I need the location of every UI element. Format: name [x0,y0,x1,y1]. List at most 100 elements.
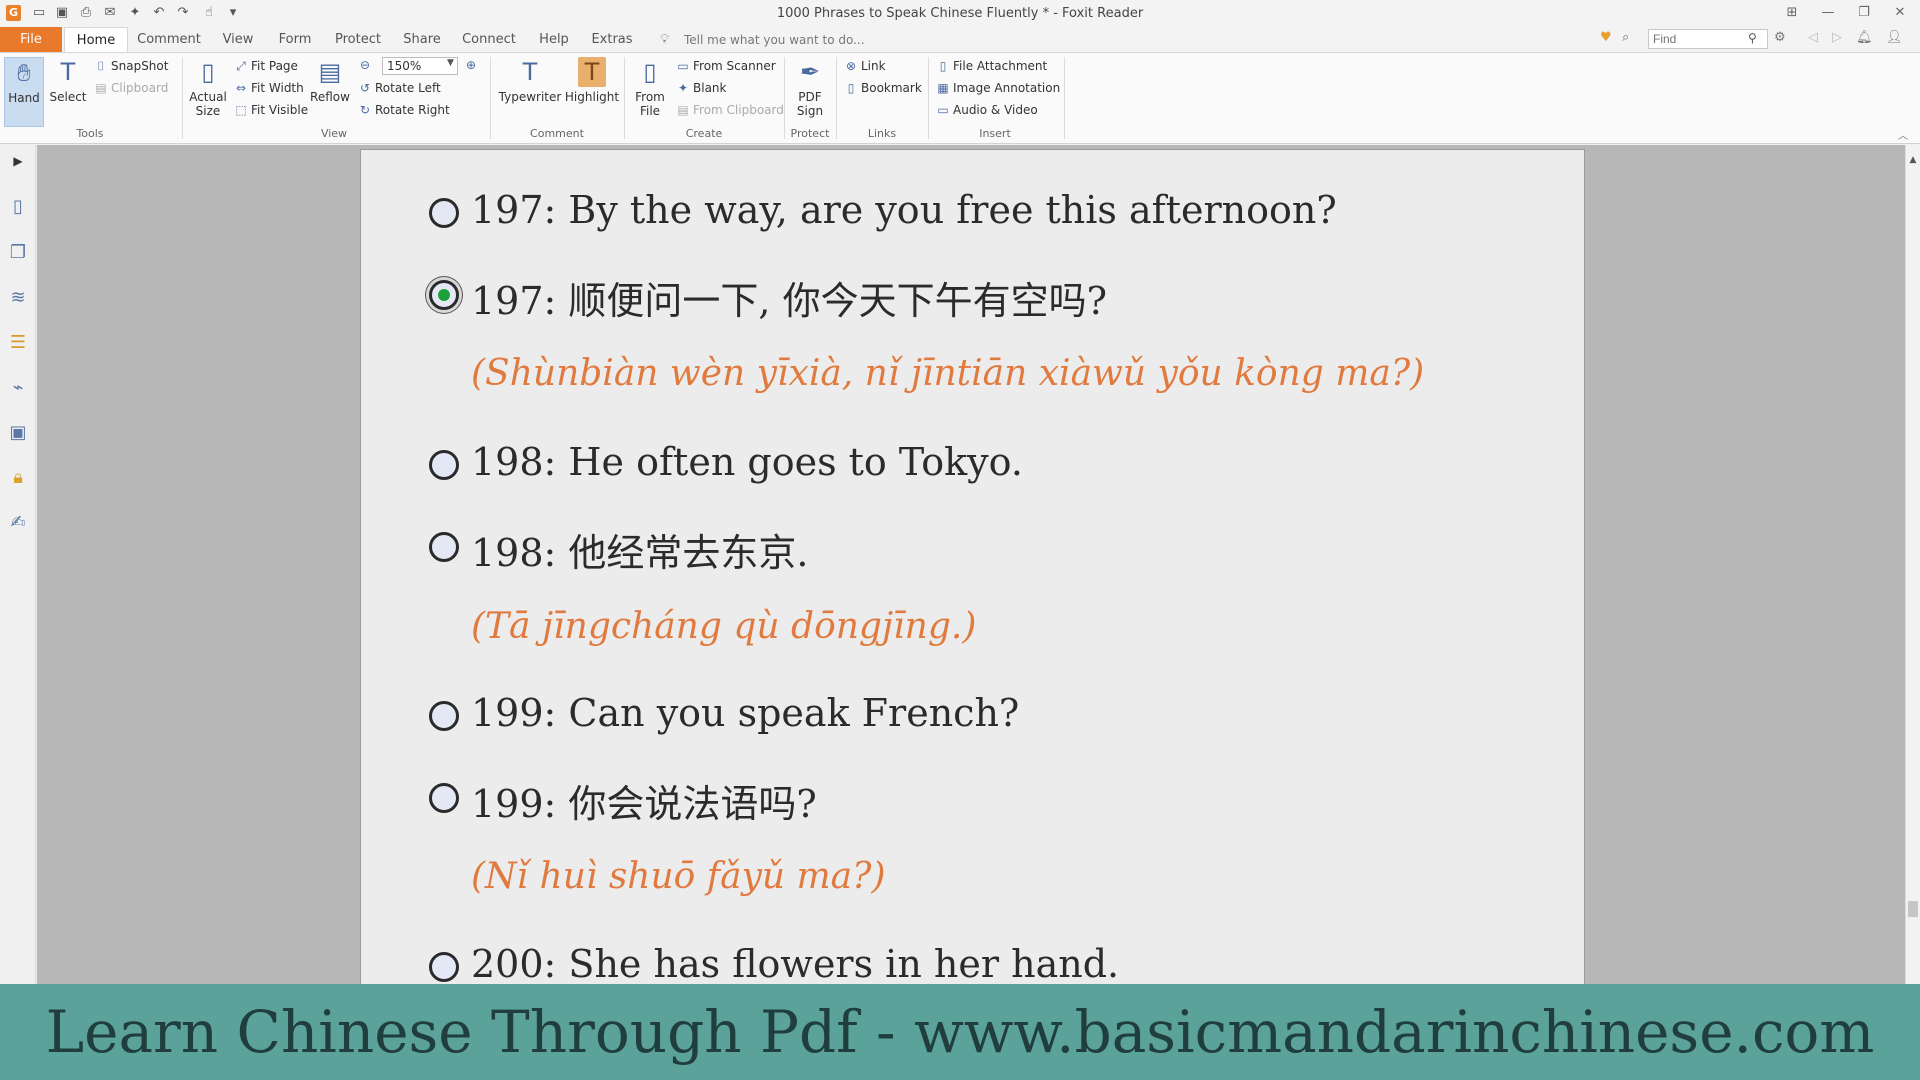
radio-button[interactable] [429,783,459,813]
pen-sign-icon: ✒ [799,58,821,86]
layers-panel-icon[interactable]: ≋ [6,286,30,310]
comments-panel-icon[interactable]: ☰ [6,331,30,355]
signatures-panel-icon[interactable]: ▣ [6,421,30,445]
group-divider [182,57,183,139]
phrase-english: 199: Can you speak French? [471,691,1020,735]
select-button[interactable]: T Select [48,57,88,104]
highlight-icon: T [578,57,606,87]
blank-button[interactable]: ✦ Blank [676,81,727,95]
restore-button[interactable]: ❐ [1852,3,1876,23]
from-scanner-button[interactable]: ▭ From Scanner [676,59,775,73]
fit-visible-button[interactable]: ⬚ Fit Visible [234,103,308,117]
minimize-button[interactable]: — [1816,3,1840,23]
close-button[interactable]: ✕ [1888,3,1912,23]
highlight-button[interactable]: T Highlight [564,57,620,104]
clipboard-button[interactable]: ▤ Clipboard [94,81,168,95]
tab-protect[interactable]: Protect [332,27,384,52]
fit-width-icon: ⇔ [235,81,247,95]
radio-button-selected[interactable] [429,280,459,310]
notification-bell-icon[interactable]: 🔔︎ [1856,30,1873,45]
image-annotation-button[interactable]: ▦ Image Annotation [936,81,1060,95]
tab-home[interactable]: Home [64,27,128,53]
group-label-insert: Insert [979,127,1011,140]
search-icon[interactable]: ⚲ [1748,31,1757,45]
document-view[interactable]: 197: By the way, are you free this after… [37,145,1905,984]
group-label-protect: Protect [790,127,830,140]
window-title: 1000 Phrases to Speak Chinese Fluently *… [776,6,1144,21]
phrase-english: 198: He often goes to Tokyo. [471,440,1023,484]
zoom-out-icon[interactable]: ⊖ [358,58,375,72]
collapse-ribbon-icon[interactable]: ︿ [1898,127,1908,142]
fit-page-button[interactable]: ⤢ Fit Page [234,59,298,74]
heart-icon[interactable]: ♥ [1600,30,1612,45]
phrase-pinyin: (Shùnbiàn wèn yīxià, nǐ jīntiān xiàwǔ yǒ… [471,353,1425,394]
user-account-icon[interactable]: 👤︎ [1886,30,1903,45]
bookmark-icon: ▯ [847,81,855,95]
pages-panel-icon[interactable]: ❐ [6,241,30,265]
phrase-chinese: 197: 顺便问一下, 你今天下午有空吗? [471,279,1107,323]
blank-page-icon: ✦ [677,81,689,95]
sign-pen-panel-icon[interactable]: ✍ [6,511,30,535]
navigation-panel: ▶ ▯ ❐ ≋ ☰ ⌁ ▣ 🔒︎ ✍ [0,145,36,984]
fit-page-icon: ⤢ [236,59,246,73]
tab-view[interactable]: View [218,27,258,52]
prev-result-icon[interactable]: ◁ [1808,30,1818,45]
scrollbar-thumb[interactable] [1908,901,1918,917]
ribbon-layout-icon[interactable]: ⊞ [1780,3,1804,23]
pdf-file-icon: ▯ [643,58,657,86]
fit-width-button[interactable]: ⇔ Fit Width [234,81,304,95]
radio-button[interactable] [429,532,459,562]
fit-visible-icon: ⬚ [235,103,247,117]
bookmarks-panel-icon[interactable]: ▯ [6,195,30,219]
expand-panel-icon[interactable]: ▶ [6,149,30,173]
file-attachment-button[interactable]: ▯ File Attachment [936,59,1048,73]
rotate-right-icon: ↻ [359,103,371,117]
rotate-left-button[interactable]: ↺ Rotate Left [358,81,441,95]
actual-size-button[interactable]: ▯ Actual Size [188,57,228,118]
clipboard-icon: ▤ [677,103,689,117]
tab-comment[interactable]: Comment [136,27,202,52]
rotate-right-button[interactable]: ↻ Rotate Right [358,103,450,117]
radio-button[interactable] [429,701,459,731]
audio-video-button[interactable]: ▭ Audio & Video [936,103,1037,117]
link-button[interactable]: ⊗ Link [844,59,886,73]
rotate-left-icon: ↺ [359,81,371,95]
attachments-panel-icon[interactable]: ⌁ [6,376,30,400]
group-divider [1064,57,1065,139]
reflow-icon: ▤ [318,58,342,86]
tell-me-search[interactable]: Tell me what you want to do... [684,33,865,47]
bookmark-button[interactable]: ▯ Bookmark [844,81,922,95]
from-clipboard-button[interactable]: ▤ From Clipboard [676,103,784,117]
phrase-english: 200: She has flowers in her hand. [471,942,1120,984]
promo-banner: Learn Chinese Through Pdf - www.basicman… [0,984,1920,1080]
security-lock-icon[interactable]: 🔒︎ [6,466,30,490]
typewriter-button[interactable]: T Typewriter [498,57,562,104]
radio-button[interactable] [429,952,459,982]
vertical-scrollbar[interactable]: ▲ [1905,145,1920,984]
pdf-sign-button[interactable]: ✒ PDF Sign [790,57,830,118]
hand-button[interactable]: ✋︎ Hand [4,57,44,127]
radio-button[interactable] [429,198,459,228]
tab-file[interactable]: File [0,27,62,52]
tab-extras[interactable]: Extras [590,27,634,52]
image-icon: ▦ [937,81,949,95]
phrase-pinyin: (Nǐ huì shuō fǎyǔ ma?) [471,856,886,897]
from-file-button[interactable]: ▯ From File [630,57,670,118]
tab-connect[interactable]: Connect [460,27,518,52]
settings-icon[interactable]: ⚙ [1774,30,1786,45]
phrase-english: 197: By the way, are you free this after… [471,188,1337,232]
snapshot-button[interactable]: ⌷ SnapShot [94,59,168,74]
scroll-up-icon[interactable]: ▲ [1907,155,1919,165]
tab-form[interactable]: Form [274,27,316,52]
chevron-down-icon[interactable]: ▼ [447,58,454,68]
phrase-pinyin: (Tā jīngcháng qù dōngjīng.) [471,606,977,647]
tab-share[interactable]: Share [400,27,444,52]
zoom-in-icon[interactable]: ⊕ [464,58,481,72]
next-result-icon[interactable]: ▷ [1832,30,1842,45]
reflow-button[interactable]: ▤ Reflow [310,57,350,104]
group-label-view: View [320,127,348,140]
folder-search-icon[interactable]: ⌕ [1622,30,1629,45]
tab-help[interactable]: Help [534,27,574,52]
link-icon: ⊗ [845,59,857,73]
radio-button[interactable] [429,450,459,480]
